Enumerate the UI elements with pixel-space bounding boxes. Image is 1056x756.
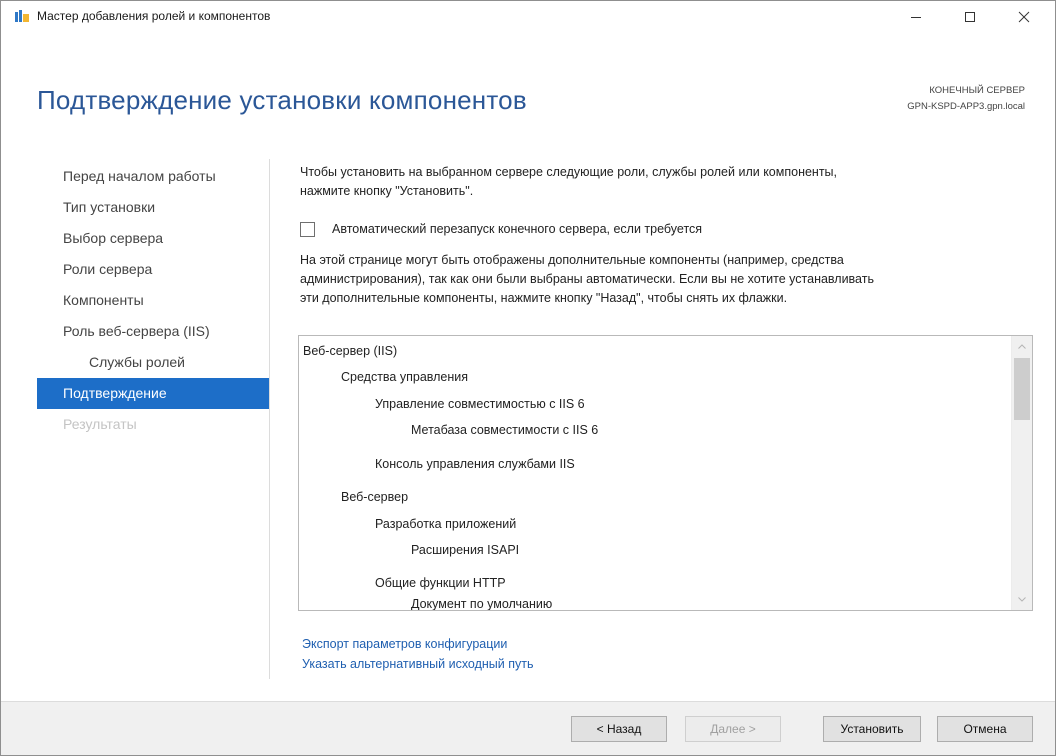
chevron-down-icon[interactable] (1017, 594, 1027, 604)
next-button: Далее > (685, 716, 781, 742)
wizard-window: Мастер добавления ролей и компонентов По… (0, 0, 1056, 756)
maximize-icon (965, 12, 975, 22)
nav-item-server-selection[interactable]: Выбор сервера (37, 223, 269, 254)
maximize-button[interactable] (947, 1, 993, 31)
tree-item-default-document: Документ по умолчанию (411, 597, 553, 611)
restart-checkbox[interactable] (300, 221, 315, 237)
intro-line-1: Чтобы установить на выбранном сервере сл… (300, 165, 838, 179)
nav-item-role-services[interactable]: Службы ролей (37, 347, 269, 378)
title-bar[interactable]: Мастер добавления ролей и компонентов (1, 1, 1055, 31)
export-config-link[interactable]: Экспорт параметров конфигурации (302, 637, 507, 651)
page-title: Подтверждение установки компонентов (37, 85, 527, 115)
tree-item-web-server: Веб-сервер (341, 490, 409, 504)
tree-item-iis6-metabase: Метабаза совместимости с IIS 6 (411, 423, 599, 437)
server-manager-icon (15, 10, 29, 22)
nav-item-installation-type[interactable]: Тип установки (37, 192, 269, 223)
note-line-3: эти дополнительные компоненты, нажмите к… (300, 291, 788, 305)
nav-item-before-you-begin[interactable]: Перед началом работы (37, 161, 269, 192)
restart-option[interactable]: Автоматический перезапуск конечного серв… (300, 220, 702, 238)
nav-item-server-roles[interactable]: Роли сервера (37, 254, 269, 285)
restart-checkbox-label[interactable]: Автоматический перезапуск конечного серв… (332, 222, 702, 236)
tree-item-management-tools: Средства управления (341, 370, 469, 384)
back-button[interactable]: < Назад (571, 716, 667, 742)
minimize-icon (911, 17, 921, 18)
alternate-source-path-link[interactable]: Указать альтернативный исходный путь (302, 657, 534, 671)
tree-item-app-development: Разработка приложений (375, 517, 517, 531)
tree-item-iis-management-console: Консоль управления службами IIS (375, 457, 575, 471)
nav-item-web-server-role[interactable]: Роль веб-сервера (IIS) (37, 316, 269, 347)
close-button[interactable] (1001, 1, 1047, 31)
wizard-footer: < Назад Далее > Установить Отмена (1, 701, 1055, 755)
tree-item-isapi-extensions: Расширения ISAPI (411, 543, 520, 557)
intro-line-2: нажмите кнопку "Установить". (300, 184, 474, 198)
destination-server-name: GPN-KSPD-APP3.gpn.local (907, 101, 1025, 112)
close-icon (1018, 11, 1030, 23)
minimize-button[interactable] (893, 1, 939, 31)
nav-divider (269, 159, 270, 679)
tree-item-iis6-compatibility: Управление совместимостью с IIS 6 (375, 397, 585, 411)
selected-components-list[interactable]: Веб-сервер (IIS) Средства управления Упр… (298, 335, 1033, 611)
list-scrollbar[interactable] (1011, 336, 1032, 610)
chevron-up-icon[interactable] (1017, 342, 1027, 352)
nav-item-results: Результаты (63, 416, 137, 432)
cancel-button[interactable]: Отмена (937, 716, 1033, 742)
note-line-1: На этой странице могут быть отображены д… (300, 253, 844, 267)
tree-item-web-server-iis: Веб-сервер (IIS) (303, 344, 398, 358)
nav-item-features[interactable]: Компоненты (37, 285, 269, 316)
nav-item-confirmation[interactable]: Подтверждение (37, 378, 269, 409)
additional-features-note: На этой странице могут быть отображены д… (300, 251, 1035, 308)
components-tree: Веб-сервер (IIS) Средства управления Упр… (299, 336, 1009, 610)
destination-server-label: КОНЕЧНЫЙ СЕРВЕР (929, 85, 1025, 96)
wizard-steps-nav: Перед началом работы Тип установки Выбор… (37, 161, 269, 440)
scrollbar-thumb[interactable] (1014, 358, 1030, 420)
window-title: Мастер добавления ролей и компонентов (37, 9, 271, 23)
install-button[interactable]: Установить (823, 716, 921, 742)
intro-text: Чтобы установить на выбранном сервере сл… (300, 163, 1030, 201)
note-line-2: администрирования), так как они были выб… (300, 272, 874, 286)
tree-item-common-http-features: Общие функции HTTP (375, 576, 506, 590)
